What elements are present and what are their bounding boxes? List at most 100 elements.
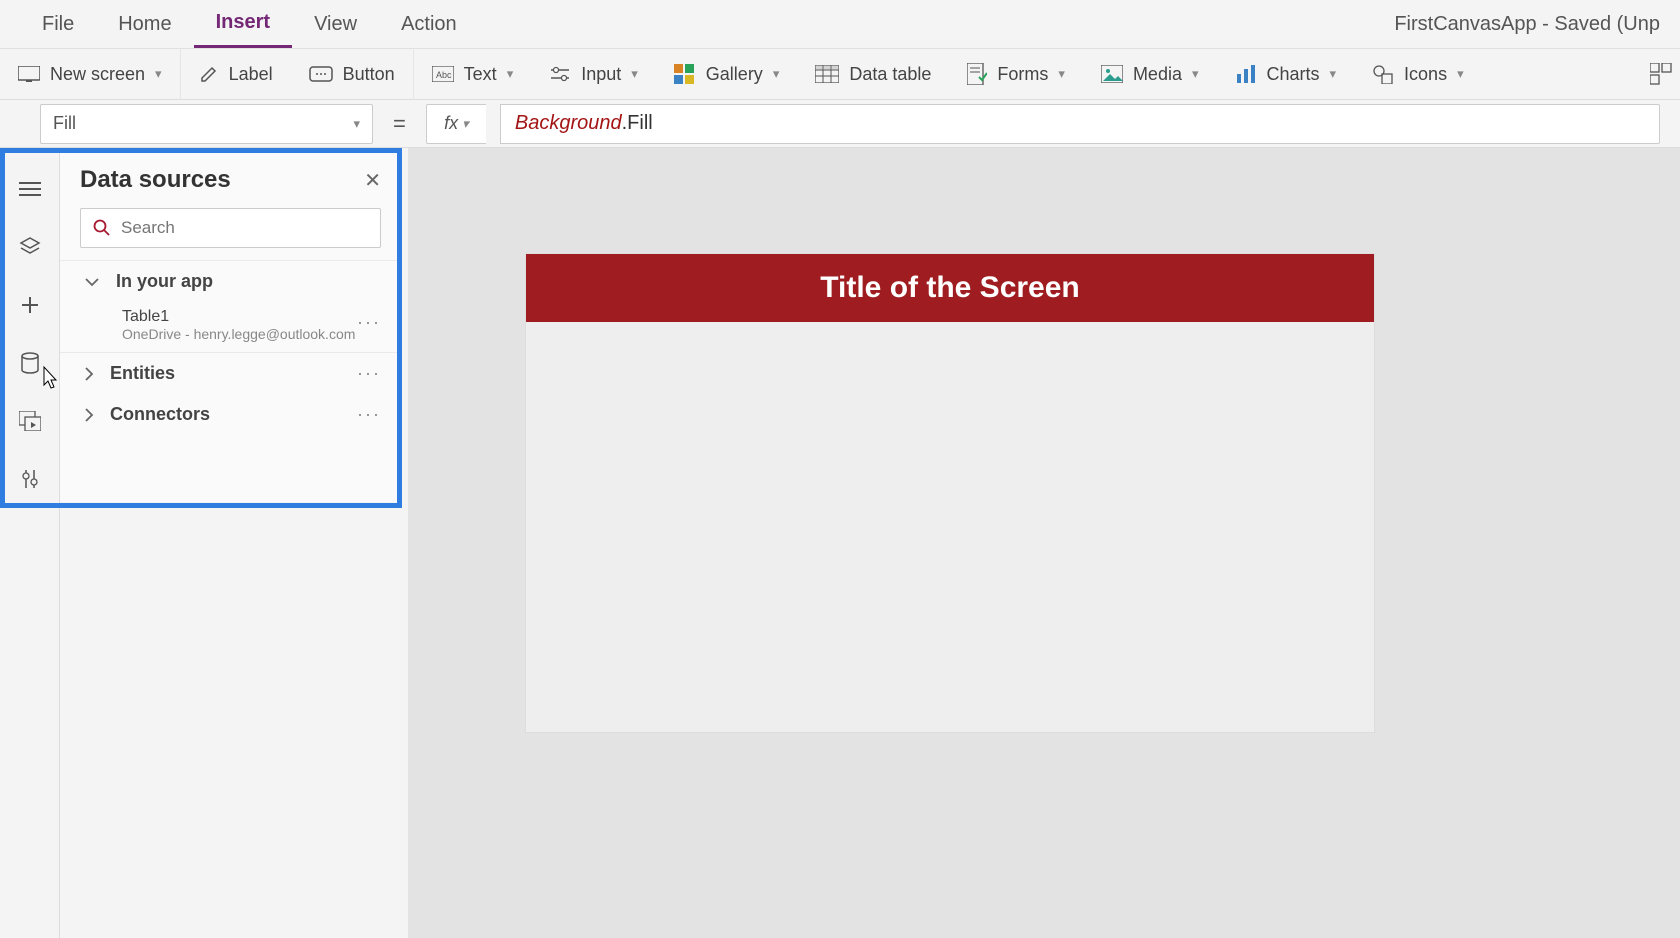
insert-pane-button[interactable]: [0, 276, 60, 334]
forms-button[interactable]: Forms ▾: [949, 48, 1083, 100]
fx-label: fx: [444, 113, 458, 134]
new-screen-label: New screen: [50, 64, 145, 85]
data-sources-button[interactable]: [0, 334, 60, 392]
menu-home[interactable]: Home: [96, 0, 193, 48]
shapes-icon: [1372, 64, 1394, 84]
tree-view-button[interactable]: [0, 218, 60, 276]
advanced-tools-button[interactable]: [0, 450, 60, 508]
chevron-down-icon: ▾: [507, 66, 514, 82]
button-icon: [309, 66, 333, 82]
menu-insert[interactable]: Insert: [194, 0, 292, 48]
data-table-button[interactable]: Data table: [797, 48, 949, 100]
more-icon[interactable]: ···: [357, 404, 381, 425]
hamburger-icon: [19, 181, 41, 197]
fx-button[interactable]: fx ▾: [426, 104, 486, 144]
layers-icon: [19, 236, 41, 258]
charts-label: Charts: [1267, 64, 1320, 85]
section-connectors[interactable]: Connectors ···: [60, 394, 401, 435]
icons-button[interactable]: Icons ▾: [1354, 48, 1482, 100]
input-button[interactable]: Input ▾: [531, 48, 656, 100]
edit-icon: [199, 64, 219, 84]
data-source-item-table1[interactable]: Table1 OneDrive - henry.legge@outlook.co…: [60, 302, 401, 352]
app-title: FirstCanvasApp - Saved (Unp: [1394, 13, 1660, 36]
chevron-down-icon: [84, 277, 100, 287]
chevron-down-icon: ▾: [631, 66, 638, 82]
more-icon[interactable]: ···: [357, 363, 381, 384]
tools-icon: [21, 468, 39, 490]
menu-action[interactable]: Action: [379, 0, 479, 48]
svg-text:Abc: Abc: [436, 70, 452, 80]
chevron-down-icon: ▾: [773, 66, 780, 82]
gallery-icon: [674, 64, 696, 84]
section-label: Connectors: [110, 404, 210, 425]
label-label: Label: [229, 64, 273, 85]
icons-label: Icons: [1404, 64, 1447, 85]
gallery-button[interactable]: Gallery ▾: [656, 48, 798, 100]
screen-header[interactable]: Title of the Screen: [526, 254, 1374, 322]
formula-token-prop: Fill: [627, 112, 653, 135]
forms-label: Forms: [997, 64, 1048, 85]
menu-bar: File Home Insert View Action FirstCanvas…: [0, 0, 1680, 48]
text-icon: Abc: [432, 66, 454, 82]
gallery-label: Gallery: [706, 64, 763, 85]
input-label: Input: [581, 64, 621, 85]
section-label: In your app: [116, 271, 213, 292]
text-button[interactable]: Abc Text ▾: [414, 48, 532, 100]
formula-token-object: Background: [515, 112, 622, 135]
button-button[interactable]: Button: [291, 48, 414, 100]
search-icon: [93, 219, 111, 237]
screen-icon: [18, 66, 40, 82]
data-source-name: Table1: [122, 308, 381, 326]
forms-icon: [967, 63, 987, 85]
section-in-your-app[interactable]: In your app: [60, 260, 401, 302]
data-sources-title: Data sources: [80, 166, 231, 194]
media-pane-button[interactable]: [0, 392, 60, 450]
equals-sign: =: [387, 111, 412, 137]
button-label: Button: [343, 64, 395, 85]
bar-chart-icon: [1235, 65, 1257, 83]
image-icon: [1101, 65, 1123, 83]
left-nav-rail: [0, 148, 60, 938]
chevron-down-icon: ▾: [1192, 66, 1199, 82]
text-label: Text: [464, 64, 497, 85]
section-label: Entities: [110, 363, 175, 384]
menu-view[interactable]: View: [292, 0, 379, 48]
table-icon: [815, 65, 839, 83]
formula-input[interactable]: Background.Fill: [500, 104, 1660, 144]
chevron-down-icon: ▾: [1457, 66, 1464, 82]
screen-title-label: Title of the Screen: [820, 271, 1080, 305]
data-sources-panel: Data sources ✕ In your app Table1 OneDri…: [60, 148, 402, 502]
property-selector[interactable]: Fill ▾: [40, 104, 373, 144]
search-input[interactable]: [121, 218, 368, 238]
section-entities[interactable]: Entities ···: [60, 352, 401, 394]
menu-file[interactable]: File: [20, 0, 96, 48]
chevron-right-icon: [84, 366, 94, 382]
charts-button[interactable]: Charts ▾: [1217, 48, 1355, 100]
data-source-subtitle: OneDrive - henry.legge@outlook.com: [122, 326, 381, 342]
chevron-down-icon: ▾: [1058, 66, 1065, 82]
insert-ribbon: New screen ▾ Label Button Abc Text ▾ Inp…: [0, 48, 1680, 100]
more-icon[interactable]: ···: [357, 312, 381, 333]
chevron-down-icon: ▾: [462, 116, 469, 132]
label-button[interactable]: Label: [181, 48, 291, 100]
data-sources-search[interactable]: [80, 208, 381, 248]
chevron-down-icon: ▾: [155, 66, 162, 82]
media-pane-icon: [19, 411, 41, 431]
database-icon: [21, 352, 39, 374]
addins-button[interactable]: [1632, 48, 1680, 100]
close-icon[interactable]: ✕: [364, 168, 381, 193]
property-name: Fill: [53, 113, 76, 134]
plus-icon: [20, 295, 40, 315]
data-table-label: Data table: [849, 64, 931, 85]
chevron-right-icon: [84, 407, 94, 423]
new-screen-button[interactable]: New screen ▾: [0, 48, 181, 100]
formula-bar: Fill ▾ = fx ▾ Background.Fill: [0, 100, 1680, 148]
canvas-area: Title of the Screen: [408, 148, 1680, 938]
grid-plus-icon: [1650, 63, 1672, 85]
hamburger-button[interactable]: [0, 160, 60, 218]
chevron-down-icon: ▾: [1330, 66, 1337, 82]
media-button[interactable]: Media ▾: [1083, 48, 1217, 100]
screen-preview[interactable]: Title of the Screen: [526, 254, 1374, 732]
chevron-down-icon: ▾: [353, 116, 360, 132]
sliders-icon: [549, 66, 571, 82]
